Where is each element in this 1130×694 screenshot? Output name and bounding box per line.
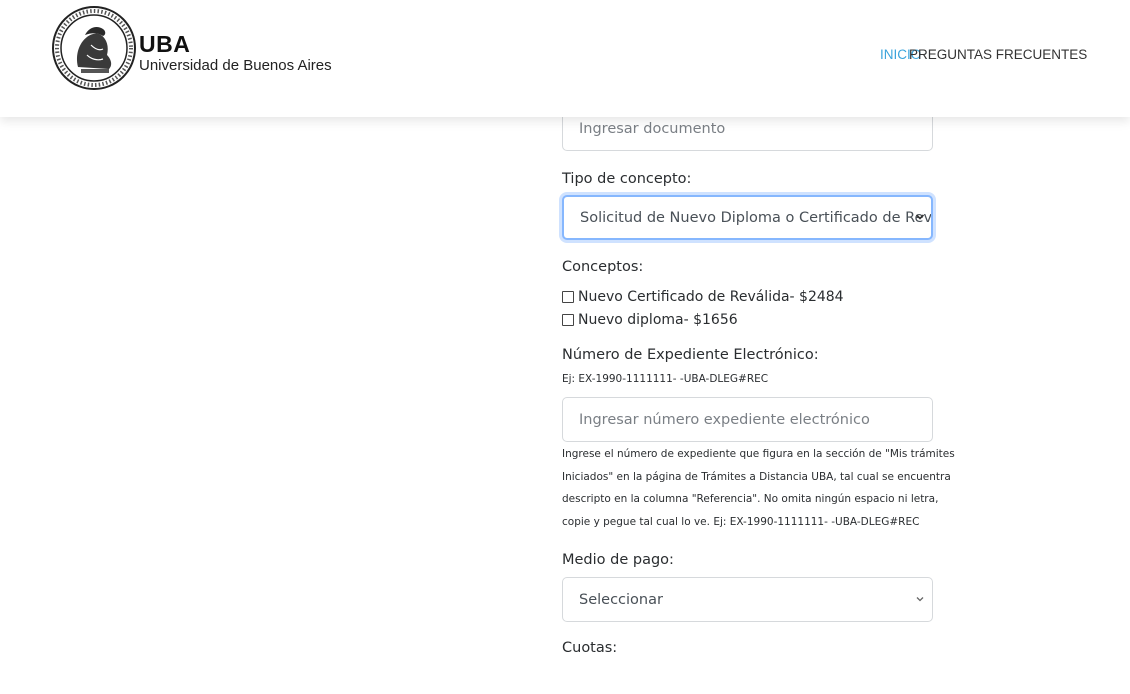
tipo-concepto-label: Tipo de concepto: xyxy=(562,171,692,187)
expediente-input[interactable] xyxy=(562,397,933,442)
cuotas-label: Cuotas: xyxy=(562,640,618,656)
conceptos-label: Conceptos: xyxy=(562,259,644,275)
concepto-item: Nuevo diploma- $1656 xyxy=(562,311,738,329)
nav-preguntas-frecuentes[interactable]: PREGUNTAS FRECUENTES xyxy=(909,47,1087,62)
medio-pago-select-wrapper: Seleccionar xyxy=(562,577,933,622)
help-line: descripto en la columna "Referencia". No… xyxy=(562,493,939,506)
concepto-item: Nuevo Certificado de Reválida- $2484 xyxy=(562,288,844,306)
brand-title: UBA xyxy=(139,31,191,57)
concepto-label: Nuevo diploma- $1656 xyxy=(578,312,738,328)
tipo-concepto-select-wrapper: Solicitud de Nuevo Diploma o Certificado… xyxy=(562,195,933,240)
medio-pago-label: Medio de pago: xyxy=(562,552,674,568)
help-line: Iniciados" en la página de Trámites a Di… xyxy=(562,470,951,483)
medio-pago-select[interactable]: Seleccionar xyxy=(562,577,933,622)
expediente-help-text: Ingrese el número de expediente que figu… xyxy=(562,443,970,534)
concepto-label: Nuevo Certificado de Reválida- $2484 xyxy=(578,289,844,305)
expediente-example: Ej: EX-1990-1111111- -UBA-DLEG#REC xyxy=(562,373,769,385)
brand-subtitle: Universidad de Buenos Aires xyxy=(139,57,332,74)
help-line: Ingrese el número de expediente que figu… xyxy=(562,448,955,460)
help-line: copie y pegue tal cual lo ve. Ej: EX-199… xyxy=(562,516,920,529)
expediente-label: Número de Expediente Electrónico: xyxy=(562,347,819,363)
concepto-checkbox[interactable] xyxy=(562,291,574,303)
university-seal-icon xyxy=(52,6,136,90)
concepto-checkbox[interactable] xyxy=(562,314,574,326)
navbar: UBA Universidad de Buenos Aires INICIO P… xyxy=(0,0,1130,117)
tipo-concepto-select[interactable]: Solicitud de Nuevo Diploma o Certificado… xyxy=(562,195,933,240)
